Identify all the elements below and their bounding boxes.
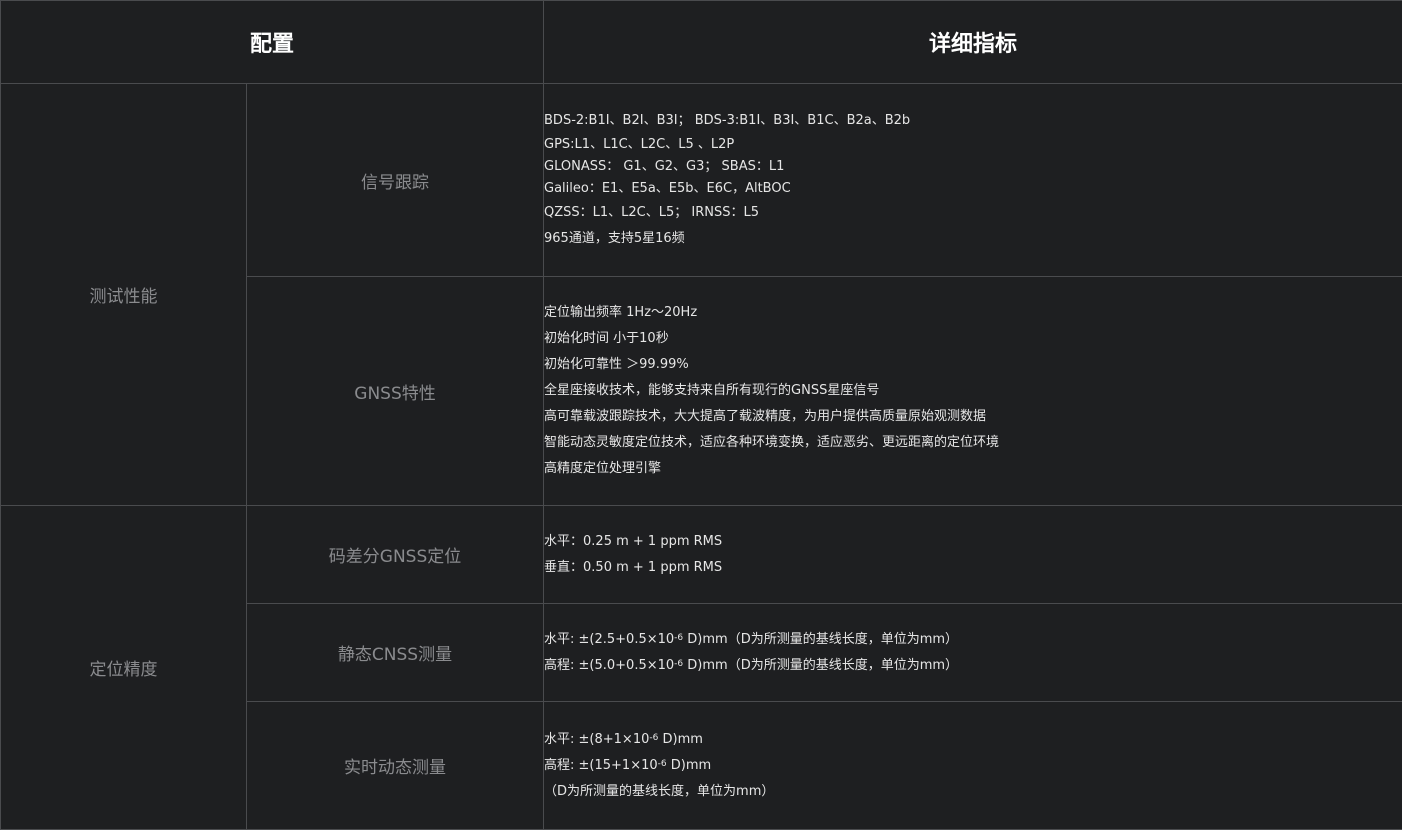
detail-gnss-features: 定位输出频率 1Hz～20Hz 初始化时间 小于10秒 初始化可靠性 ＞99.9… [543, 276, 1402, 506]
detail-line: GLONASS： G1、G2、G3； SBAS：L1 [544, 159, 785, 174]
detail-line: 初始化时间 小于10秒 [544, 331, 669, 346]
detail-line: 初始化可靠性 ＞99.99% [544, 357, 689, 372]
table-row: 定位精度 码差分GNSS定位 水平：0.25 m + 1 ppm RMS 垂直：… [0, 505, 1402, 830]
detail-text: D)mm（D为所测量的基线长度，单位为mm） [683, 657, 959, 673]
header-detail: 详细指标 [543, 0, 1402, 84]
header-row: 配置 详细指标 [0, 0, 1402, 84]
detail-line-vertical: 高程: ±(5.0+0.5×10-6 D)mm（D为所测量的基线长度，单位为mm… [544, 653, 1402, 679]
spec-table: 配置 详细指标 测试性能 信号跟踪 BDS-2:B1I、B2I、B3I； BDS… [0, 0, 1402, 830]
exponent: -6 [674, 632, 684, 643]
detail-line-horizontal: 水平: ±(2.5+0.5×10-6 D)mm（D为所测量的基线长度，单位为mm… [544, 627, 1402, 653]
detail-rtk-measurement: 水平: ±(8+1×10-6 D)mm 高程: ±(15+1×10-6 D)mm… [543, 701, 1402, 830]
detail-text: 高程: ±(5.0+0.5×10 [544, 657, 675, 673]
row-label-rtk-measurement: 实时动态测量 [245, 701, 545, 830]
detail-text: D)mm [658, 731, 703, 747]
row-label-static-measurement: 静态CNSS测量 [245, 603, 545, 702]
detail-line-horizontal: 水平: ±(8+1×10-6 D)mm [544, 727, 1402, 753]
detail-line: BDS-2:B1I、B2I、B3I； BDS-3:B1I、B3I、B1C、B2a… [544, 113, 911, 128]
row-label-code-differential: 码差分GNSS定位 [245, 505, 545, 604]
detail-static-measurement: 水平: ±(2.5+0.5×10-6 D)mm（D为所测量的基线长度，单位为mm… [543, 603, 1402, 702]
detail-line: 水平：0.25 m + 1 ppm RMS [544, 533, 723, 549]
detail-code-differential: 水平：0.25 m + 1 ppm RMS 垂直：0.50 m + 1 ppm … [543, 505, 1402, 604]
category-test-performance: 测试性能 [0, 83, 247, 506]
detail-line-vertical: 高程: ±(15+1×10-6 D)mm [544, 753, 1402, 779]
header-config: 配置 [0, 0, 545, 84]
detail-line: Galileo：E1、E5a、E5b、E6C，AltBOC [544, 181, 791, 196]
detail-text: D)mm（D为所测量的基线长度，单位为mm） [683, 631, 959, 647]
detail-line: 高精度定位处理引擎 [544, 461, 662, 476]
detail-signal-tracking: BDS-2:B1I、B2I、B3I； BDS-3:B1I、B3I、B1C、B2a… [543, 83, 1402, 277]
exponent: -6 [649, 732, 659, 743]
row-label-gnss-features: GNSS特性 [245, 276, 545, 506]
exponent: -6 [674, 658, 684, 669]
detail-text: 水平: ±(2.5+0.5×10 [544, 631, 675, 647]
detail-line-note: （D为所测量的基线长度，单位为mm） [544, 783, 775, 799]
exponent: -6 [657, 758, 667, 769]
detail-text: 水平: ±(8+1×10 [544, 731, 650, 747]
detail-line: 定位输出频率 1Hz～20Hz [544, 305, 698, 320]
row-label-signal-tracking: 信号跟踪 [245, 83, 545, 277]
detail-line: 高可靠载波跟踪技术，大大提高了载波精度，为用户提供高质量原始观测数据 [544, 409, 987, 424]
category-positioning-accuracy: 定位精度 [0, 505, 247, 830]
detail-text: D)mm [666, 757, 712, 773]
detail-line: QZSS：L1、L2C、L5； IRNSS：L5 [544, 205, 760, 220]
detail-text: 高程: ±(15+1×10 [544, 757, 658, 773]
detail-line: 智能动态灵敏度定位技术，适应各种环境变换，适应恶劣、更远距离的定位环境 [544, 435, 1000, 450]
detail-line: 965通道，支持5星16频 [544, 231, 685, 246]
detail-line: 垂直：0.50 m + 1 ppm RMS [544, 559, 723, 575]
table-row: 测试性能 信号跟踪 BDS-2:B1I、B2I、B3I； BDS-3:B1I、B… [0, 83, 1402, 506]
detail-line: 全星座接收技术，能够支持来自所有现行的GNSS星座信号 [544, 383, 880, 398]
detail-line: GPS:L1、L1C、L2C、L5 、L2P [544, 137, 735, 152]
